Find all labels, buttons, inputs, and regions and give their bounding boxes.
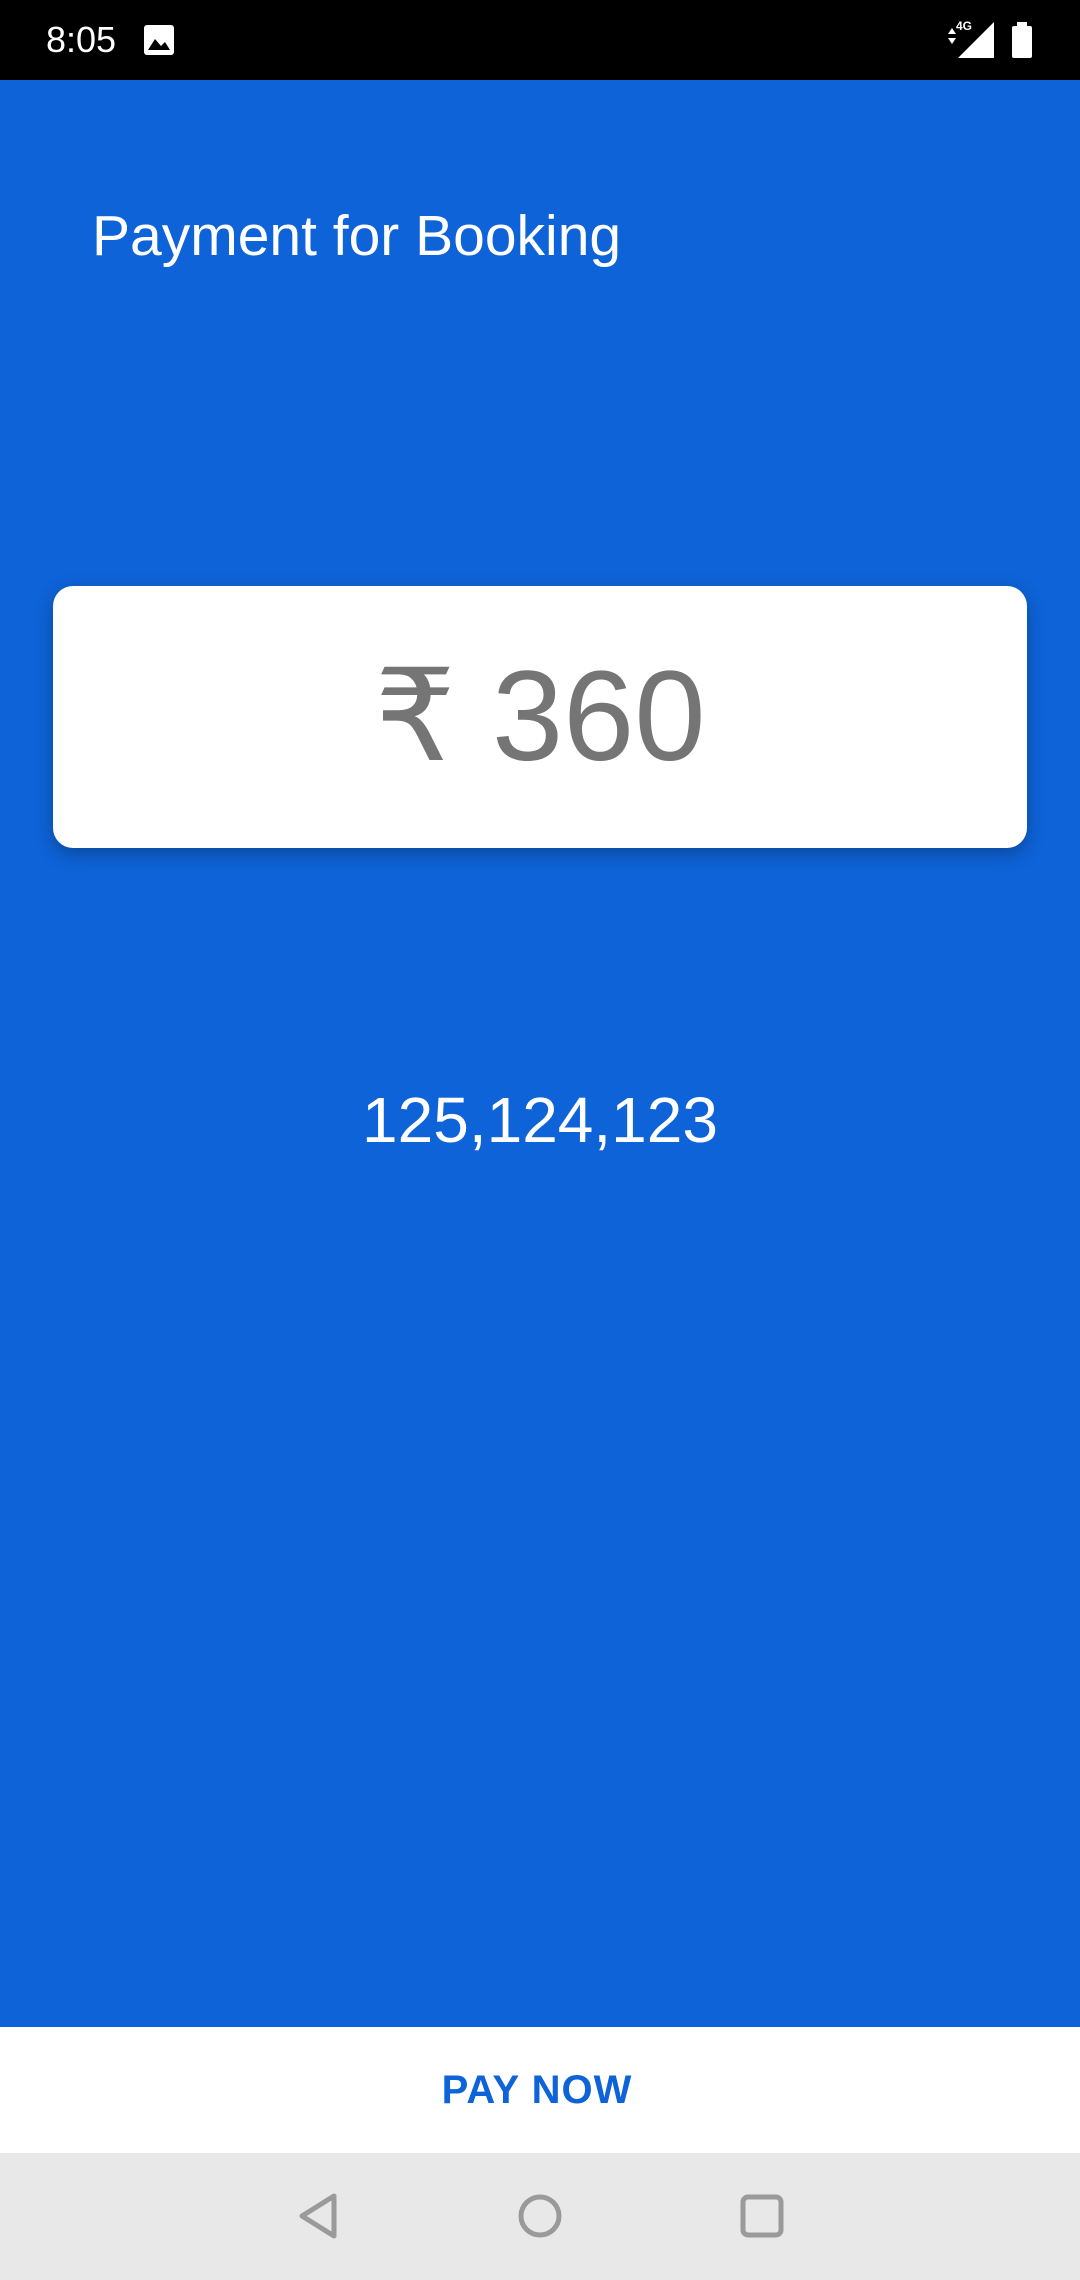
- status-time: 8:05: [46, 19, 117, 60]
- navigation-bar: [0, 2153, 1080, 2280]
- amount-display: ₹360: [375, 642, 706, 792]
- signal-icon: 4G: [948, 20, 994, 58]
- back-icon[interactable]: [290, 2186, 350, 2246]
- image-icon: [144, 25, 174, 55]
- home-icon[interactable]: [510, 2186, 570, 2246]
- payment-screen: Payment for Booking ₹360 125,124,123: [0, 80, 1080, 2027]
- currency-symbol: ₹: [374, 645, 456, 788]
- status-bar: 8:05 4G: [0, 0, 1080, 80]
- network-type-label: 4G: [956, 20, 972, 33]
- booking-ids: 125,124,123: [362, 1084, 718, 1156]
- page-title: Payment for Booking: [92, 204, 622, 268]
- amount-value: 360: [491, 645, 706, 788]
- recents-icon[interactable]: [732, 2186, 792, 2246]
- battery-icon: [1012, 22, 1032, 58]
- amount-card: ₹360: [53, 586, 1027, 848]
- pay-now-button[interactable]: PAY NOW: [0, 2027, 1080, 2153]
- pay-now-label: PAY NOW: [441, 2068, 633, 2112]
